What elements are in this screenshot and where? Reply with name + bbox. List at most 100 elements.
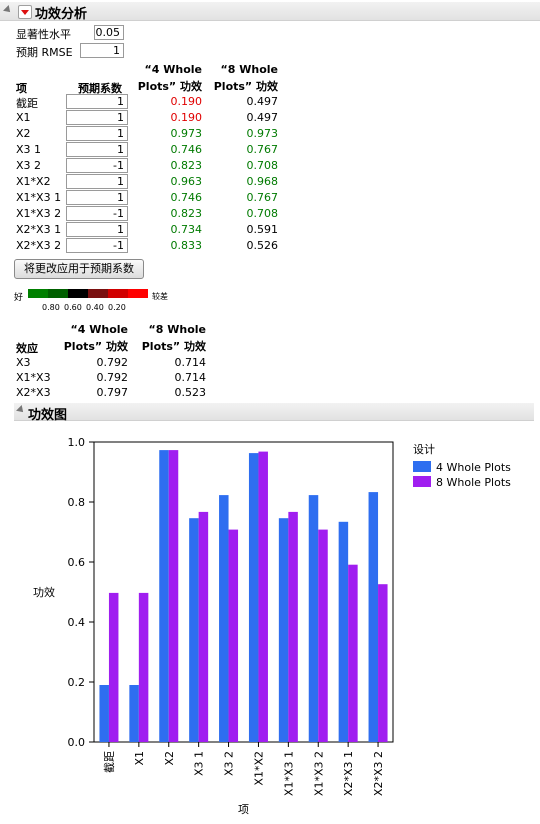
- coef-input[interactable]: 1: [66, 142, 128, 157]
- col-4wp-header-line2: Plots” 功效: [137, 80, 202, 93]
- color-legend-segment: [108, 289, 128, 298]
- effect-power-8wp-value: 0.714: [174, 371, 207, 384]
- plot-panel-title: 功效图: [28, 408, 68, 423]
- effect-label: X3: [16, 356, 31, 369]
- x-tick-label: X3 1: [193, 751, 206, 776]
- effects-col-effect-header: 效应: [16, 342, 38, 355]
- bar-8wp: [348, 564, 358, 742]
- x-tick-label: X2*X3 1: [342, 751, 355, 796]
- power-8wp-value: 0.591: [246, 223, 279, 236]
- bar-8wp: [258, 451, 268, 742]
- power-8wp-value: 0.526: [246, 239, 279, 252]
- legend-swatch: [413, 476, 431, 487]
- bar-4wp: [129, 685, 139, 742]
- bar-4wp: [219, 495, 229, 742]
- rmse-label: 预期 RMSE: [16, 46, 73, 59]
- apply-coefficients-button[interactable]: 将更改应用于预期系数: [14, 259, 144, 279]
- y-tick-label: 0.4: [68, 616, 86, 629]
- power-8wp-value: 0.767: [246, 191, 279, 204]
- power-8wp-value: 0.968: [246, 175, 279, 188]
- x-axis-label: 项: [238, 803, 249, 816]
- color-legend-segment: [28, 289, 48, 298]
- legend-entry: 8 Whole Plots: [436, 476, 511, 489]
- col-4wp-header-line1: “4 Whole: [144, 63, 202, 76]
- bar-4wp: [368, 492, 379, 742]
- bar-4wp: [338, 521, 349, 742]
- disclosure-icon[interactable]: [16, 405, 26, 415]
- coef-input[interactable]: 1: [66, 190, 128, 205]
- bar-8wp: [108, 592, 119, 742]
- color-legend-tick: 0.80: [42, 303, 60, 312]
- power-4wp-value: 0.734: [170, 223, 203, 236]
- power-8wp-value: 0.497: [246, 95, 279, 108]
- legend-entry: 4 Whole Plots: [436, 461, 511, 474]
- bar-8wp: [168, 450, 179, 742]
- x-tick-label: 截距: [102, 751, 116, 773]
- power-4wp-value: 0.833: [170, 239, 203, 252]
- bad-label: 较差: [152, 292, 168, 301]
- coef-input[interactable]: -1: [66, 238, 128, 253]
- power-4wp-value: 0.973: [170, 127, 203, 140]
- color-legend-segment: [88, 289, 108, 298]
- power-8wp-value: 0.497: [246, 111, 279, 124]
- coef-input[interactable]: 1: [66, 94, 128, 109]
- term-label: X1*X3 2: [16, 207, 62, 220]
- x-tick-label: X1*X2: [252, 751, 265, 786]
- coef-input[interactable]: -1: [66, 158, 128, 173]
- power-8wp-value: 0.767: [246, 143, 279, 156]
- effect-power-8wp-value: 0.523: [174, 386, 207, 399]
- coef-input[interactable]: 1: [66, 110, 128, 125]
- bar-4wp: [278, 518, 289, 742]
- x-tick-label: X2*X3 2: [372, 751, 385, 796]
- x-tick-label: X1*X3 1: [282, 751, 295, 796]
- coef-input[interactable]: -1: [66, 206, 128, 221]
- power-4wp-value: 0.746: [170, 143, 203, 156]
- power-4wp-value: 0.963: [170, 175, 203, 188]
- effects-col-8wp-header-line2: Plots” 功效: [141, 340, 206, 353]
- disclosure-icon[interactable]: [3, 5, 13, 15]
- color-legend-segment: [68, 289, 88, 298]
- y-tick-label: 0.6: [68, 556, 86, 569]
- x-tick-label: X1*X3 2: [312, 751, 325, 796]
- power-analysis-header[interactable]: 功效分析: [0, 2, 540, 22]
- effect-label: X1*X3: [16, 371, 51, 384]
- bar-4wp: [189, 518, 199, 742]
- term-label: X2*X3 2: [16, 239, 62, 252]
- term-label: X1: [16, 111, 31, 124]
- effects-col-4wp-header-line1: “4 Whole: [70, 323, 128, 336]
- col-8wp-header-line2: Plots” 功效: [213, 80, 278, 93]
- color-legend-tick: 0.40: [86, 303, 104, 312]
- power-8wp-value: 0.973: [246, 127, 279, 140]
- color-legend-bar: [28, 289, 148, 298]
- rmse-input[interactable]: 1: [80, 43, 124, 58]
- effects-col-8wp-header-line1: “8 Whole: [148, 323, 206, 336]
- panel-title: 功效分析: [35, 7, 88, 22]
- red-triangle-menu-icon[interactable]: [18, 5, 32, 19]
- effect-power-8wp-value: 0.714: [174, 356, 207, 369]
- effect-power-4wp-value: 0.797: [96, 386, 129, 399]
- effect-power-4wp-value: 0.792: [96, 371, 129, 384]
- term-label: X1*X3 1: [16, 191, 62, 204]
- term-label: X2*X3 1: [16, 223, 62, 236]
- power-4wp-value: 0.823: [170, 207, 203, 220]
- y-tick-label: 1.0: [68, 436, 86, 449]
- significance-input[interactable]: 0.05: [94, 25, 124, 40]
- bar-4wp: [159, 450, 169, 742]
- power-plot-header[interactable]: 功效图: [14, 403, 534, 423]
- bar-8wp: [138, 592, 149, 742]
- color-legend-tick: 0.60: [64, 303, 82, 312]
- good-label: 好: [14, 293, 24, 303]
- power-8wp-value: 0.708: [246, 207, 279, 220]
- power-4wp-value: 0.190: [170, 95, 203, 108]
- legend-swatch: [413, 461, 431, 472]
- y-tick-label: 0.0: [68, 736, 86, 749]
- power-8wp-value: 0.708: [246, 159, 279, 172]
- power-4wp-value: 0.746: [170, 191, 203, 204]
- coef-input[interactable]: 1: [66, 222, 128, 237]
- effect-power-4wp-value: 0.792: [96, 356, 129, 369]
- bar-8wp: [228, 529, 239, 742]
- bar-8wp: [288, 511, 298, 742]
- coef-input[interactable]: 1: [66, 126, 128, 141]
- coef-input[interactable]: 1: [66, 174, 128, 189]
- x-tick-label: X1: [133, 751, 146, 766]
